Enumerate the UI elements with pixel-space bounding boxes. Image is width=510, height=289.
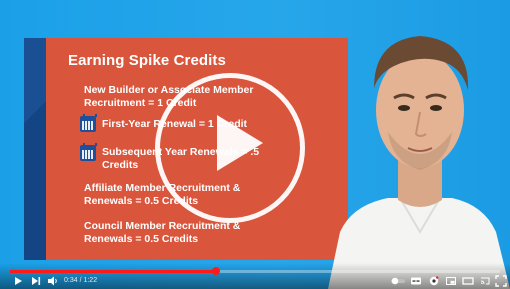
next-icon[interactable] <box>30 275 42 287</box>
calendar-icon <box>80 114 97 132</box>
cast-icon[interactable] <box>479 275 491 287</box>
fullscreen-icon[interactable] <box>495 275 507 287</box>
theater-icon[interactable] <box>462 275 474 287</box>
progress-bar-fill <box>10 270 216 273</box>
autoplay-toggle[interactable] <box>390 275 406 287</box>
presenter-image <box>328 36 510 289</box>
time-display: 0:34 / 1:22 <box>64 277 98 284</box>
volume-icon[interactable] <box>47 275 59 287</box>
video-player[interactable]: Earning Spike Credits New Builder or Ass… <box>0 0 510 289</box>
slide-title: Earning Spike Credits <box>68 52 226 69</box>
captions-icon[interactable] <box>410 275 422 287</box>
play-icon[interactable] <box>12 275 24 287</box>
slide-item-5-line-2: Renewals = 0.5 Credits <box>84 233 199 245</box>
miniplayer-icon[interactable] <box>445 275 457 287</box>
play-overlay-icon[interactable] <box>217 115 263 171</box>
settings-icon[interactable] <box>428 275 440 287</box>
slide-item-5: Council Member Recruitment & Renewals = … <box>84 220 240 246</box>
slide-left-band <box>24 38 46 260</box>
video-frame[interactable]: Earning Spike Credits New Builder or Ass… <box>0 0 510 289</box>
calendar-icon <box>80 143 97 161</box>
progress-scrubber[interactable] <box>212 267 220 275</box>
